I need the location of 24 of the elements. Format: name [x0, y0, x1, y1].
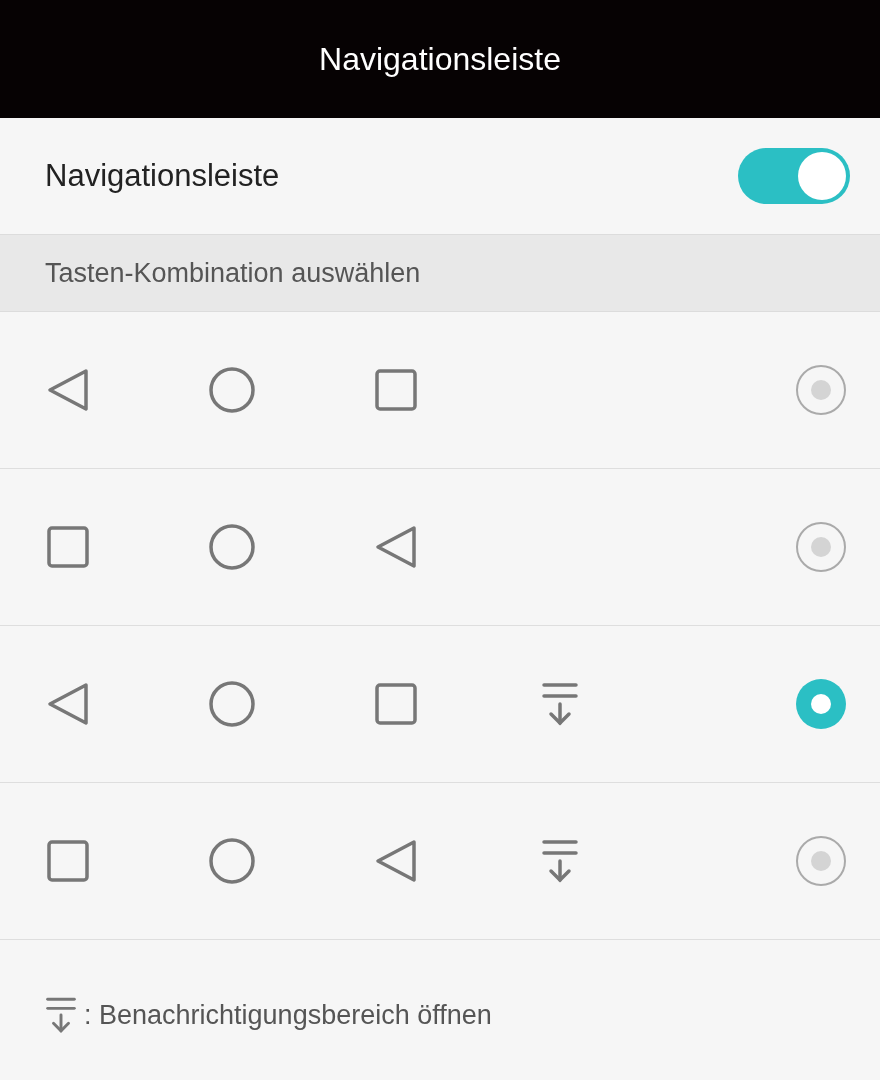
- square-icon: [47, 526, 89, 568]
- circle-icon: [209, 524, 255, 570]
- setting-label: Navigationsleiste: [45, 158, 280, 194]
- legend-text: : Benachrichtigungsbereich öffnen: [84, 999, 492, 1031]
- square-icon: [47, 840, 89, 882]
- section-title: Tasten-Kombination auswählen: [45, 257, 421, 289]
- square-icon: [375, 369, 417, 411]
- screen-title: Navigationsleiste: [319, 40, 561, 78]
- triangle-icon: [47, 682, 89, 726]
- radio-button[interactable]: [796, 365, 846, 415]
- circle-icon: [209, 838, 255, 884]
- radio-button[interactable]: [796, 522, 846, 572]
- pull-down-icon: [542, 682, 578, 726]
- pull-down-icon: [542, 839, 578, 883]
- circle-icon: [209, 681, 255, 727]
- circle-icon: [209, 367, 255, 413]
- square-icon: [375, 683, 417, 725]
- triangle-icon: [375, 525, 417, 569]
- radio-button[interactable]: [796, 679, 846, 729]
- triangle-icon: [375, 839, 417, 883]
- radio-button[interactable]: [796, 836, 846, 886]
- triangle-icon: [47, 368, 89, 412]
- pull-down-icon: [46, 995, 76, 1035]
- toggle-switch[interactable]: [738, 148, 850, 204]
